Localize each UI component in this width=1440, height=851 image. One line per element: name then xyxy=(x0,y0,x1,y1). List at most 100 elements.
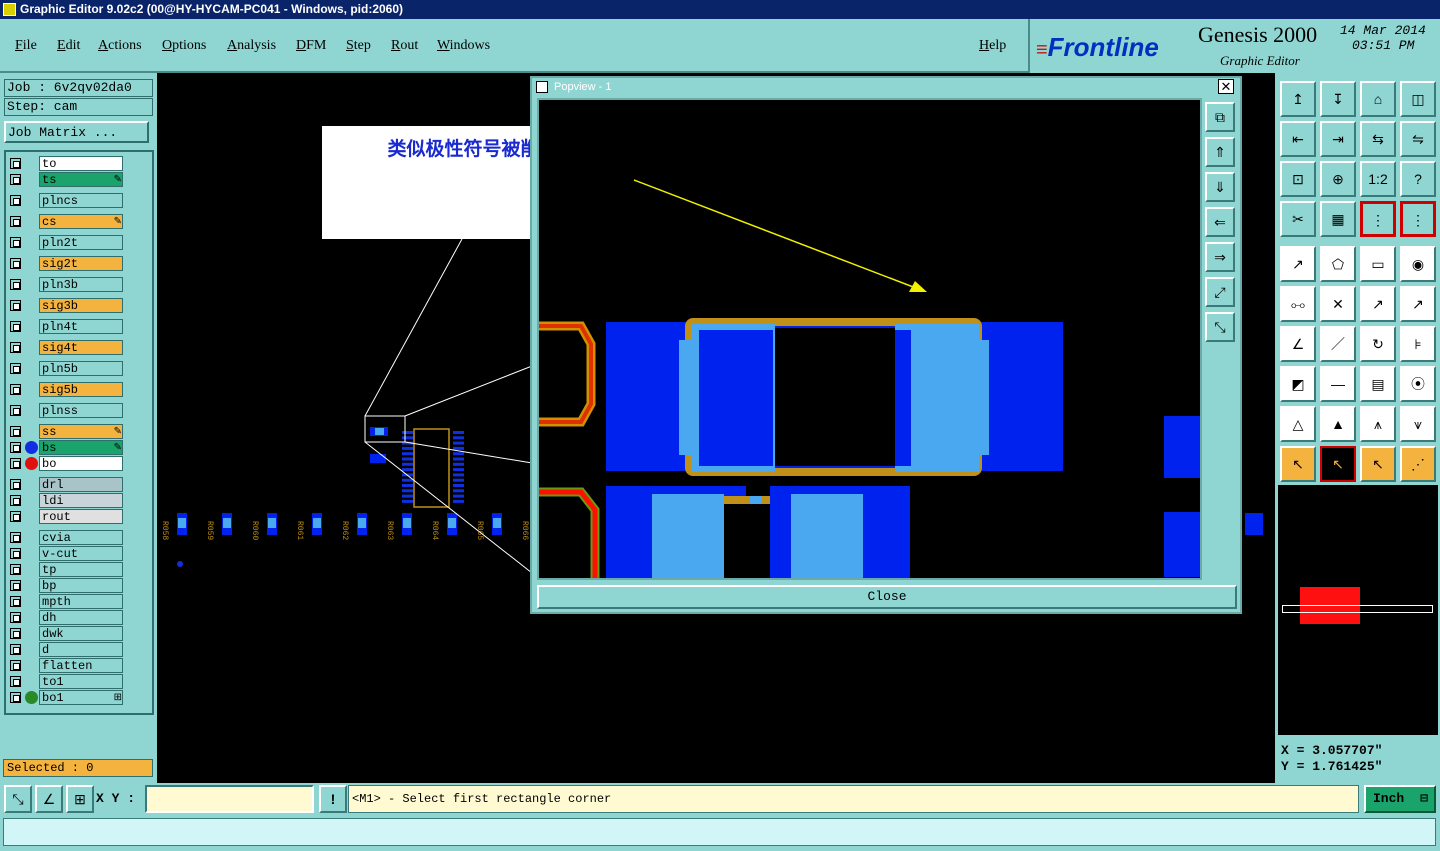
fill-icon[interactable]: ◩ xyxy=(1280,366,1316,402)
layer-name[interactable]: flatten xyxy=(39,658,123,673)
layer-name[interactable]: pln4t xyxy=(39,319,123,334)
layer-checkbox[interactable] xyxy=(10,458,21,469)
layer-checkbox[interactable] xyxy=(10,580,21,591)
layer-name[interactable]: to1 xyxy=(39,674,123,689)
delete-icon[interactable]: ✕ xyxy=(1320,286,1356,322)
cut-icon[interactable]: ✂ xyxy=(1280,201,1316,237)
rotate-icon[interactable]: ↻ xyxy=(1360,326,1396,362)
layer-row-sig2t[interactable]: sig2t xyxy=(7,256,125,271)
layer-checkbox[interactable] xyxy=(10,564,21,575)
prev-icon[interactable]: ⇤ xyxy=(1280,121,1316,157)
layer-row-dh[interactable]: dh xyxy=(7,610,125,625)
layer-row-pln3b[interactable]: pln3b xyxy=(7,277,125,292)
layer-name[interactable]: mpth xyxy=(39,594,123,609)
select-alt-icon[interactable]: ↖ xyxy=(1360,446,1396,482)
layer-row-dwk[interactable]: dwk xyxy=(7,626,125,641)
connect-icon[interactable]: ⧟ xyxy=(1280,286,1316,322)
layer-name[interactable]: sig5b xyxy=(39,382,123,397)
help-icon[interactable]: ? xyxy=(1400,161,1436,197)
scale-icon[interactable]: 1:2 xyxy=(1360,161,1396,197)
zoom-window-icon[interactable]: ⤡ xyxy=(4,785,32,813)
alert-icon[interactable]: ! xyxy=(319,785,347,813)
layer-name[interactable]: tp xyxy=(39,562,123,577)
layer-row-ss[interactable]: ss ✎ xyxy=(7,424,125,439)
menu-analysis[interactable]: Analysis xyxy=(227,38,276,54)
pointer-icon[interactable]: ↖ xyxy=(1280,446,1316,482)
move-icon[interactable]: ↗ xyxy=(1360,286,1396,322)
dash-icon[interactable]: — xyxy=(1320,366,1356,402)
layer-name[interactable]: sig3b xyxy=(39,298,123,313)
layer-row-bs[interactable]: bs ✎ xyxy=(7,440,125,455)
menu-options[interactable]: Options xyxy=(162,38,206,54)
layer-checkbox[interactable] xyxy=(10,363,21,374)
filter-icon[interactable]: ⊧ xyxy=(1400,326,1436,362)
job-matrix-button[interactable]: Job Matrix ... xyxy=(4,121,149,143)
layer-row-ts[interactable]: ts ✎ xyxy=(7,172,125,187)
save-icon[interactable]: ↧ xyxy=(1320,81,1356,117)
layer-row-sig3b[interactable]: sig3b xyxy=(7,298,125,313)
layer-row-cvia[interactable]: cvia xyxy=(7,530,125,545)
grid-icon[interactable]: ▦ xyxy=(1320,201,1356,237)
layer-checkbox[interactable] xyxy=(10,279,21,290)
menu-file[interactable]: File xyxy=(15,38,37,54)
layer-name[interactable]: pln2t xyxy=(39,235,123,250)
layer-name[interactable]: ss xyxy=(39,424,123,439)
layer-name[interactable]: bo1 xyxy=(39,690,123,705)
layer-row-sig5b[interactable]: sig5b xyxy=(7,382,125,397)
layer-name[interactable]: bp xyxy=(39,578,123,593)
open-icon[interactable]: ↥ xyxy=(1280,81,1316,117)
layer-checkbox[interactable] xyxy=(10,511,21,522)
layer-checkbox[interactable] xyxy=(10,384,21,395)
grid-icon[interactable]: ⊞ xyxy=(66,785,94,813)
line-icon[interactable]: ／ xyxy=(1320,326,1356,362)
route-icon[interactable]: ⩛ xyxy=(1400,406,1436,442)
layer-checkbox[interactable] xyxy=(10,442,21,453)
layer-checkbox[interactable] xyxy=(10,628,21,639)
net-icon[interactable]: ⋰ xyxy=(1400,446,1436,482)
menu-windows[interactable]: Windows xyxy=(437,38,490,54)
layer-row-drl[interactable]: drl xyxy=(7,477,125,492)
snap-icon[interactable]: ◉ xyxy=(1400,246,1436,282)
layer-row-bp[interactable]: bp xyxy=(7,578,125,593)
layer-row-flatten[interactable]: flatten xyxy=(7,658,125,673)
popview-close-icon[interactable]: ✕ xyxy=(1218,79,1234,94)
swap-icon[interactable]: ⇆ xyxy=(1360,121,1396,157)
overview-map[interactable] xyxy=(1278,485,1438,735)
copy-icon[interactable]: ↗ xyxy=(1400,286,1436,322)
layer-name[interactable]: sig2t xyxy=(39,256,123,271)
pv-pan-right-icon[interactable]: ⇒ xyxy=(1205,242,1235,272)
pv-pan-down-icon[interactable]: ⇓ xyxy=(1205,172,1235,202)
command-line[interactable] xyxy=(3,818,1436,846)
ruler-icon[interactable]: ▭ xyxy=(1360,246,1396,282)
layer-checkbox[interactable] xyxy=(10,174,21,185)
layer-row-sig4t[interactable]: sig4t xyxy=(7,340,125,355)
layer-checkbox[interactable] xyxy=(10,216,21,227)
pv-zoom-fit-icon[interactable]: ⧉ xyxy=(1205,102,1235,132)
layer-row-pln2t[interactable]: pln2t xyxy=(7,235,125,250)
layer-name[interactable]: drl xyxy=(39,477,123,492)
layer-checkbox[interactable] xyxy=(10,158,21,169)
add-pad-icon[interactable]: ↗ xyxy=(1280,246,1316,282)
layer-checkbox[interactable] xyxy=(10,405,21,416)
layer-name[interactable]: pln3b xyxy=(39,277,123,292)
layer-checkbox[interactable] xyxy=(10,426,21,437)
menu-help[interactable]: Help xyxy=(979,38,1006,54)
layers-alt-icon[interactable]: ⋮ xyxy=(1400,201,1436,237)
layer-name[interactable]: dh xyxy=(39,610,123,625)
layer-checkbox[interactable] xyxy=(10,532,21,543)
layer-name[interactable]: cs xyxy=(39,214,123,229)
layer-name[interactable]: ts xyxy=(39,172,123,187)
fit-icon[interactable]: ⊡ xyxy=(1280,161,1316,197)
select-icon[interactable]: ↖ xyxy=(1320,446,1356,482)
menu-edit[interactable]: Edit xyxy=(57,38,80,54)
layer-name[interactable]: rout xyxy=(39,509,123,524)
layer-row-v-cut[interactable]: v-cut xyxy=(7,546,125,561)
polygon-icon[interactable]: ⬠ xyxy=(1320,246,1356,282)
zoom-icon[interactable]: ⊕ xyxy=(1320,161,1356,197)
layer-row-cs[interactable]: cs ✎ xyxy=(7,214,125,229)
layer-row-ldi[interactable]: ldi xyxy=(7,493,125,508)
layer-name[interactable]: sig4t xyxy=(39,340,123,355)
layer-row-rout[interactable]: rout xyxy=(7,509,125,524)
layer-name[interactable]: ldi xyxy=(39,493,123,508)
layer-name[interactable]: d xyxy=(39,642,123,657)
